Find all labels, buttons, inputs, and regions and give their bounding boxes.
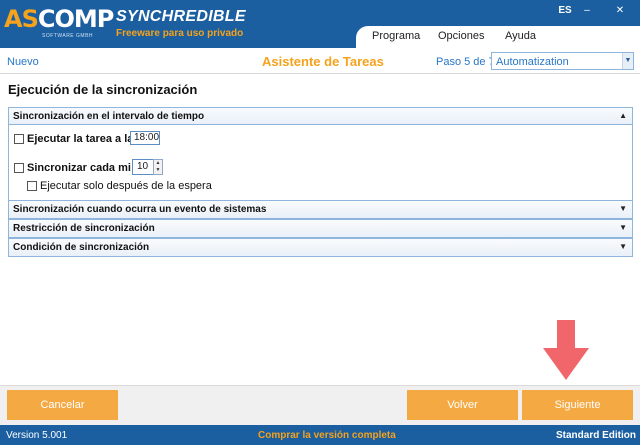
wizard-toolbar: Nuevo Asistente de Tareas Paso 5 de 7: A… bbox=[0, 48, 640, 74]
panel-interval-title: Sincronización en el intervalo de tiempo bbox=[13, 111, 205, 122]
status-bar: Version 5.001 Comprar la versión complet… bbox=[0, 425, 640, 445]
step-select[interactable]: Automatization ▼ bbox=[491, 52, 634, 70]
panel-system-event[interactable]: Sincronización cuando ocurra un evento d… bbox=[8, 200, 633, 219]
next-button[interactable]: Siguiente bbox=[522, 390, 633, 420]
chevron-up-icon: ▲ bbox=[619, 111, 627, 120]
sync-every-input[interactable]: 10 bbox=[132, 159, 154, 175]
chevron-down-icon: ▼ bbox=[619, 204, 627, 213]
menu-item-programa[interactable]: Programa bbox=[372, 30, 420, 42]
panel-interval: Sincronización en el intervalo de tiempo… bbox=[8, 107, 633, 201]
panel-restriction-title: Restricción de sincronización bbox=[13, 223, 155, 234]
page-title: Ejecución de la sincronización bbox=[8, 82, 198, 97]
menu-bar: Programa Opciones Ayuda bbox=[356, 26, 640, 48]
back-button[interactable]: Volver bbox=[407, 390, 518, 420]
app-subtitle: Freeware para uso privado bbox=[116, 28, 244, 39]
step-label: Paso 5 de 7: bbox=[436, 56, 498, 68]
after-wait-label: Ejecutar solo después de la espera bbox=[40, 180, 212, 192]
chevron-down-icon: ▼ bbox=[622, 53, 633, 69]
panel-condition-title: Condición de sincronización bbox=[13, 242, 150, 253]
step-select-value: Automatization bbox=[496, 56, 569, 68]
run-at-time-input[interactable]: 18:00 bbox=[130, 131, 160, 145]
new-link[interactable]: Nuevo bbox=[7, 56, 39, 68]
menu-item-ayuda[interactable]: Ayuda bbox=[505, 30, 536, 42]
cancel-button[interactable]: Cancelar bbox=[7, 390, 118, 420]
menu-item-opciones[interactable]: Opciones bbox=[438, 30, 484, 42]
version-label: Version 5.001 bbox=[6, 430, 68, 441]
stepper-up-icon[interactable]: ▲ bbox=[154, 160, 162, 167]
app-name: SYNCHREDIBLE bbox=[116, 8, 246, 25]
wizard-title: Asistente de Tareas bbox=[262, 54, 384, 69]
run-at-checkbox[interactable] bbox=[14, 134, 24, 144]
sync-every-checkbox[interactable] bbox=[14, 163, 24, 173]
chevron-down-icon: ▼ bbox=[619, 242, 627, 251]
close-button[interactable]: ✕ bbox=[600, 3, 640, 18]
stepper-down-icon[interactable]: ▼ bbox=[154, 167, 162, 174]
buy-full-version-link[interactable]: Comprar la versión completa bbox=[258, 430, 396, 441]
edition-label: Standard Edition bbox=[556, 430, 636, 441]
ascomp-logo: ASCOMP SOFTWARE GMBH bbox=[4, 5, 114, 39]
panel-system-event-title: Sincronización cuando ocurra un evento d… bbox=[13, 204, 267, 215]
arrow-down-icon bbox=[543, 320, 589, 380]
panel-interval-header[interactable]: Sincronización en el intervalo de tiempo… bbox=[9, 108, 632, 125]
panel-condition[interactable]: Condición de sincronización ▼ bbox=[8, 238, 633, 257]
sync-every-stepper[interactable]: ▲ ▼ bbox=[153, 159, 163, 175]
after-wait-checkbox[interactable] bbox=[27, 181, 37, 191]
language-button[interactable]: ES bbox=[554, 3, 576, 18]
minimize-button[interactable]: – bbox=[578, 3, 596, 18]
sync-every-label: Sincronizar cada minut bbox=[27, 162, 131, 174]
panel-restriction[interactable]: Restricción de sincronización ▼ bbox=[8, 219, 633, 238]
chevron-down-icon: ▼ bbox=[619, 223, 627, 232]
